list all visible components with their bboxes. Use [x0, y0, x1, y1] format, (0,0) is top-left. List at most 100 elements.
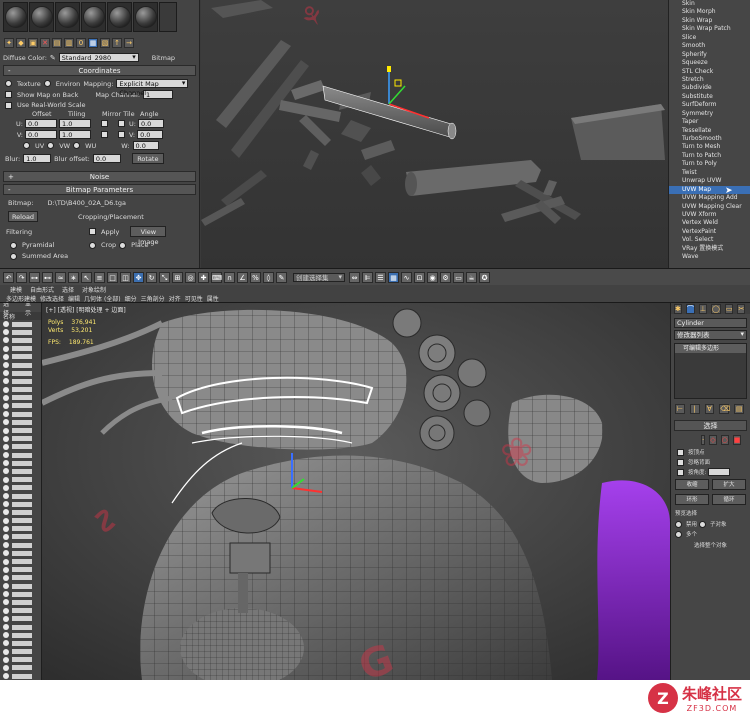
copy-material-icon[interactable]: ▤: [52, 38, 62, 48]
list-item[interactable]: [0, 623, 41, 631]
vw-radio[interactable]: [47, 142, 55, 149]
list-item[interactable]: [0, 557, 41, 565]
visibility-icon[interactable]: [3, 624, 9, 631]
hierarchy-tab-icon[interactable]: ⊥: [698, 303, 707, 314]
list-item[interactable]: [0, 500, 41, 508]
visibility-icon[interactable]: [3, 558, 9, 565]
ribbon-tab[interactable]: 建模: [10, 285, 22, 294]
link-icon[interactable]: ⊶: [29, 271, 40, 283]
select-by-name-icon[interactable]: ≡: [94, 271, 105, 283]
modifier-item[interactable]: Skin Wrap: [669, 17, 750, 25]
modifier-item[interactable]: Smooth: [669, 42, 750, 50]
bind-spacewarp-icon[interactable]: ≈: [55, 271, 66, 283]
modifier-item[interactable]: UVW Map: [669, 185, 750, 195]
list-item[interactable]: [0, 484, 41, 492]
pyramidal-radio[interactable]: [10, 241, 17, 249]
visibility-icon[interactable]: [3, 386, 9, 393]
show-map-icon[interactable]: ▦: [88, 38, 98, 48]
blur-field[interactable]: 1.0: [23, 154, 52, 163]
visibility-icon[interactable]: [3, 484, 9, 491]
ribbon-tab[interactable]: 选择: [62, 285, 74, 294]
list-item[interactable]: [0, 607, 41, 615]
visibility-icon[interactable]: [3, 533, 9, 540]
visibility-icon[interactable]: [3, 673, 9, 680]
visibility-icon[interactable]: [3, 648, 9, 655]
rect-selection-icon[interactable]: □: [107, 271, 118, 283]
curve-editor-icon[interactable]: ∿: [401, 271, 412, 283]
list-item[interactable]: [0, 451, 41, 459]
tab-display[interactable]: 显示: [25, 303, 33, 317]
modifier-item[interactable]: Unwrap UVW: [669, 177, 750, 185]
visibility-icon[interactable]: [3, 452, 9, 459]
modifier-item[interactable]: Twist: [669, 169, 750, 177]
graphite-tools-icon[interactable]: ▦: [388, 271, 399, 283]
list-item[interactable]: [0, 435, 41, 443]
list-item[interactable]: [0, 549, 41, 557]
bitmap-params-rollout[interactable]: - Bitmap Parameters: [3, 184, 196, 195]
grow-button[interactable]: 扩大: [712, 479, 746, 490]
sample-slot[interactable]: [81, 2, 106, 32]
reference-coord-icon[interactable]: ⊞: [172, 271, 183, 283]
list-item[interactable]: [0, 492, 41, 500]
list-item[interactable]: [0, 541, 41, 549]
ribbon-subtab[interactable]: 细分: [125, 294, 137, 303]
v-tiling-field[interactable]: 1.0: [59, 130, 91, 139]
visibility-icon[interactable]: [3, 435, 9, 442]
map-channel-field[interactable]: 1: [143, 90, 174, 99]
make-unique-icon[interactable]: ∀: [704, 404, 715, 414]
modifier-item[interactable]: STL Check: [669, 68, 750, 76]
visibility-icon[interactable]: [3, 656, 9, 663]
by-angle-checkbox[interactable]: [677, 468, 684, 476]
list-item[interactable]: [0, 345, 41, 353]
uv-radio[interactable]: [23, 142, 30, 149]
visibility-icon[interactable]: [3, 615, 9, 622]
v-angle-field[interactable]: 0.0: [137, 130, 164, 139]
border-icon[interactable]: ○: [720, 435, 729, 445]
modifier-item[interactable]: UVW Mapping Clear: [669, 203, 750, 211]
sample-slot[interactable]: [133, 2, 158, 32]
show-end-result-icon[interactable]: ▧: [100, 38, 110, 48]
list-item[interactable]: [0, 525, 41, 533]
keyboard-shortcut-icon[interactable]: ⌨: [211, 271, 222, 283]
modifier-item[interactable]: TurboSmooth: [669, 135, 750, 143]
move-icon[interactable]: ✥: [133, 271, 144, 283]
visibility-icon[interactable]: [3, 370, 9, 377]
visibility-icon[interactable]: [3, 443, 9, 450]
modifier-item[interactable]: Squeeze: [669, 59, 750, 67]
modifier-item[interactable]: Stretch: [669, 76, 750, 84]
modifier-item[interactable]: SurfDeform: [669, 101, 750, 109]
wu-radio[interactable]: [73, 142, 81, 149]
visibility-icon[interactable]: [3, 517, 9, 524]
modifier-item[interactable]: Spherify: [669, 51, 750, 59]
environ-radio[interactable]: [43, 80, 51, 87]
edit-named-selection-icon[interactable]: ✎: [276, 271, 287, 283]
u-mirror-checkbox[interactable]: [101, 120, 108, 127]
u-tile-checkbox[interactable]: [118, 120, 125, 127]
rotate-icon[interactable]: ↻: [146, 271, 157, 283]
list-item[interactable]: [0, 418, 41, 426]
sample-slot[interactable]: [107, 2, 132, 32]
visibility-icon[interactable]: [3, 329, 9, 336]
ribbon-tab[interactable]: 自由形式: [30, 285, 54, 294]
visibility-icon[interactable]: [3, 591, 9, 598]
list-item[interactable]: [0, 533, 41, 541]
visibility-icon[interactable]: [3, 640, 9, 647]
v-offset-field[interactable]: 0.0: [25, 130, 57, 139]
list-item[interactable]: [0, 353, 41, 361]
visibility-icon[interactable]: [3, 566, 9, 573]
list-item[interactable]: [0, 410, 41, 418]
mapping-dropdown[interactable]: Explicit Map Channel: [116, 79, 189, 97]
modifier-item[interactable]: UVW Xform: [669, 211, 750, 219]
u-tiling-field[interactable]: 1.0: [59, 119, 91, 128]
texture-radio[interactable]: [5, 80, 12, 87]
show-end-result-icon[interactable]: |: [689, 404, 700, 414]
coordinates-rollout[interactable]: - Coordinates: [3, 65, 196, 76]
modifier-item[interactable]: Subdivide: [669, 84, 750, 92]
reset-map-icon[interactable]: ✕: [40, 38, 50, 48]
put-material-icon[interactable]: ◆: [16, 38, 26, 48]
angle-snap-icon[interactable]: ∠: [237, 271, 248, 283]
modifier-item[interactable]: VRay 置换模式: [669, 245, 750, 253]
visibility-icon[interactable]: [3, 476, 9, 483]
name-column-header[interactable]: 名称: [0, 312, 41, 321]
pivot-icon[interactable]: ◎: [185, 271, 196, 283]
